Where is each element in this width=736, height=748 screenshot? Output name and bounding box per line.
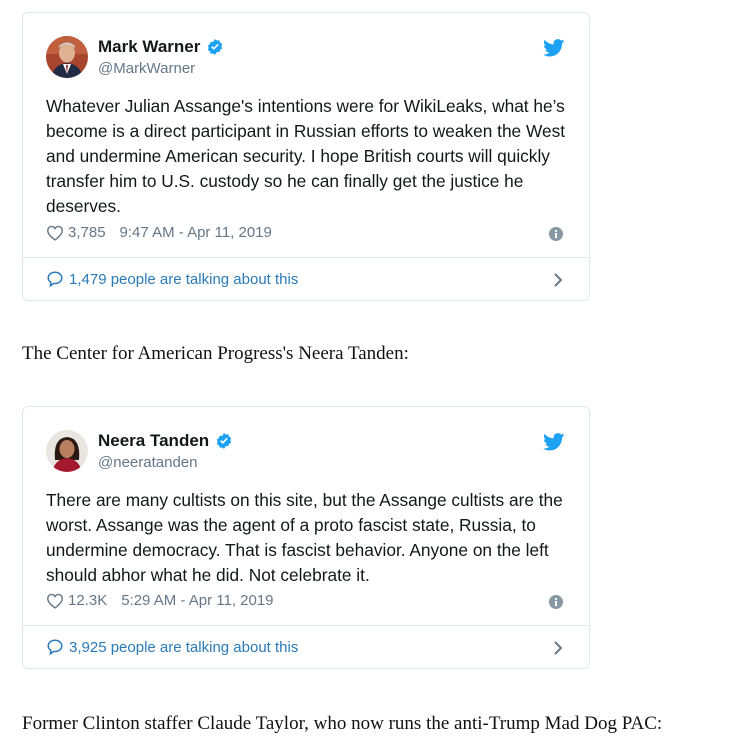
twitter-bird-icon[interactable]	[543, 433, 565, 451]
tweet-text: There are many cultists on this site, bu…	[46, 490, 563, 585]
tweet-card[interactable]: Mark Warner @MarkWarner Whatever Julian …	[22, 12, 590, 301]
user-handle[interactable]: @neeratanden	[98, 454, 197, 471]
caption-text: The Center for American Progress's Neera…	[22, 343, 409, 364]
chevron-right-icon[interactable]	[553, 640, 563, 656]
divider	[23, 257, 589, 258]
verified-badge-icon	[208, 39, 223, 55]
chevron-right-icon[interactable]	[553, 272, 563, 288]
avatar[interactable]	[46, 36, 88, 78]
info-icon[interactable]	[549, 595, 563, 609]
tweet-card[interactable]: Neera Tanden @neeratanden There are many…	[22, 406, 590, 669]
display-name-text[interactable]: Neera Tanden	[98, 431, 209, 451]
conversation-text[interactable]: 3,925 people are talking about this	[69, 639, 298, 656]
like-count[interactable]: 3,785	[68, 224, 106, 241]
tweet-timestamp[interactable]: 9:47 AM - Apr 11, 2019	[120, 224, 272, 241]
conversation-link[interactable]: 3,925 people are talking about this	[46, 638, 589, 656]
tweet-meta: 12.3K 5:29 AM - Apr 11, 2019	[46, 592, 274, 609]
twitter-bird-icon[interactable]	[543, 39, 565, 57]
caption-text: Former Clinton staffer Claude Taylor, wh…	[22, 713, 663, 734]
conversation-text[interactable]: 1,479 people are talking about this	[69, 271, 298, 288]
speech-bubble-icon	[47, 271, 63, 288]
verified-badge-icon	[217, 433, 232, 449]
display-name[interactable]: Neera Tanden	[98, 431, 233, 451]
like-count[interactable]: 12.3K	[68, 592, 107, 609]
display-name[interactable]: Mark Warner	[98, 37, 224, 57]
tweet-timestamp[interactable]: 5:29 AM - Apr 11, 2019	[121, 592, 273, 609]
heart-icon[interactable]	[46, 225, 64, 241]
tweet-meta: 3,785 9:47 AM - Apr 11, 2019	[46, 224, 272, 241]
conversation-link[interactable]: 1,479 people are talking about this	[46, 270, 589, 288]
info-icon[interactable]	[549, 227, 563, 241]
tweet-text: Whatever Julian Assange's intentions wer…	[46, 96, 566, 216]
display-name-text[interactable]: Mark Warner	[98, 37, 200, 57]
heart-icon[interactable]	[46, 593, 64, 609]
user-handle[interactable]: @MarkWarner	[98, 60, 195, 77]
divider	[23, 625, 589, 626]
speech-bubble-icon	[47, 639, 63, 656]
avatar[interactable]	[46, 430, 88, 472]
